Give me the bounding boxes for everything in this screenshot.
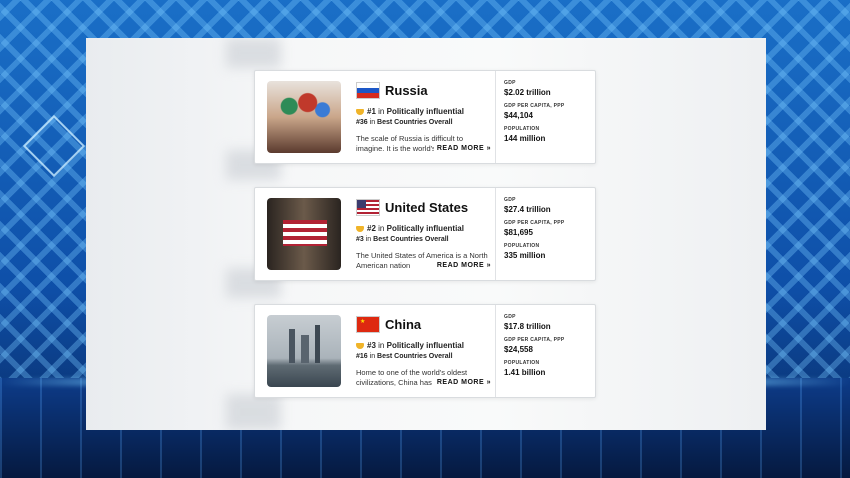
country-stats: GDP $27.4 trillion GDP PER CAPITA, PPP $… [495,188,594,280]
gdp-value: $27.4 trillion [504,205,551,214]
blurred-thumbnail [226,394,281,430]
country-card-united-states[interactable]: United States #2 in Politically influent… [254,187,596,281]
country-name[interactable]: China [385,317,421,332]
country-stats: GDP $17.8 trillion GDP PER CAPITA, PPP $… [495,305,594,397]
country-description: The scale of Russia is difficult to imag… [356,134,491,154]
gdp-value: $2.02 trillion [504,88,551,97]
flag-china-icon: ★ [356,315,380,333]
country-card-russia[interactable]: Russia #1 in Politically influential #36… [254,70,596,164]
rank-primary: #2 in Politically influential [356,224,491,233]
flag-united-states-icon [356,198,380,216]
screen-panel: Russia #1 in Politically influential #36… [86,38,766,430]
flag-russia-icon [356,81,380,99]
rank-overall: #36 in Best Countries Overall [356,119,453,126]
read-more-link[interactable]: READ MORE » [433,144,491,154]
gdp-value: $17.8 trillion [504,322,551,331]
country-card-china[interactable]: ★ China #3 in Politically influential #1… [254,304,596,398]
medal-icon [356,342,364,349]
population-value: 335 million [504,251,546,260]
gdp-per-capita-value: $44,104 [504,111,533,120]
read-more-link[interactable]: READ MORE » [433,378,491,388]
population-value: 144 million [504,134,546,143]
rank-overall: #16 in Best Countries Overall [356,353,453,360]
rank-primary: #1 in Politically influential [356,107,491,116]
blurred-thumbnail [226,38,281,68]
rank-overall: #3 in Best Countries Overall [356,236,449,243]
gdp-per-capita-value: $81,695 [504,228,533,237]
rank-primary: #3 in Politically influential [356,341,491,350]
country-description: Home to one of the world's oldest civili… [356,368,491,388]
country-photo[interactable] [267,81,341,153]
country-stats: GDP $2.02 trillion GDP PER CAPITA, PPP $… [495,71,594,163]
read-more-link[interactable]: READ MORE » [433,261,491,271]
country-name[interactable]: United States [385,200,468,215]
country-photo[interactable] [267,198,341,270]
medal-icon [356,225,364,232]
country-name[interactable]: Russia [385,83,428,98]
gdp-per-capita-value: $24,558 [504,345,533,354]
medal-icon [356,108,364,115]
population-value: 1.41 billion [504,368,546,377]
country-description: The United States of America is a North … [356,251,491,271]
country-photo[interactable] [267,315,341,387]
